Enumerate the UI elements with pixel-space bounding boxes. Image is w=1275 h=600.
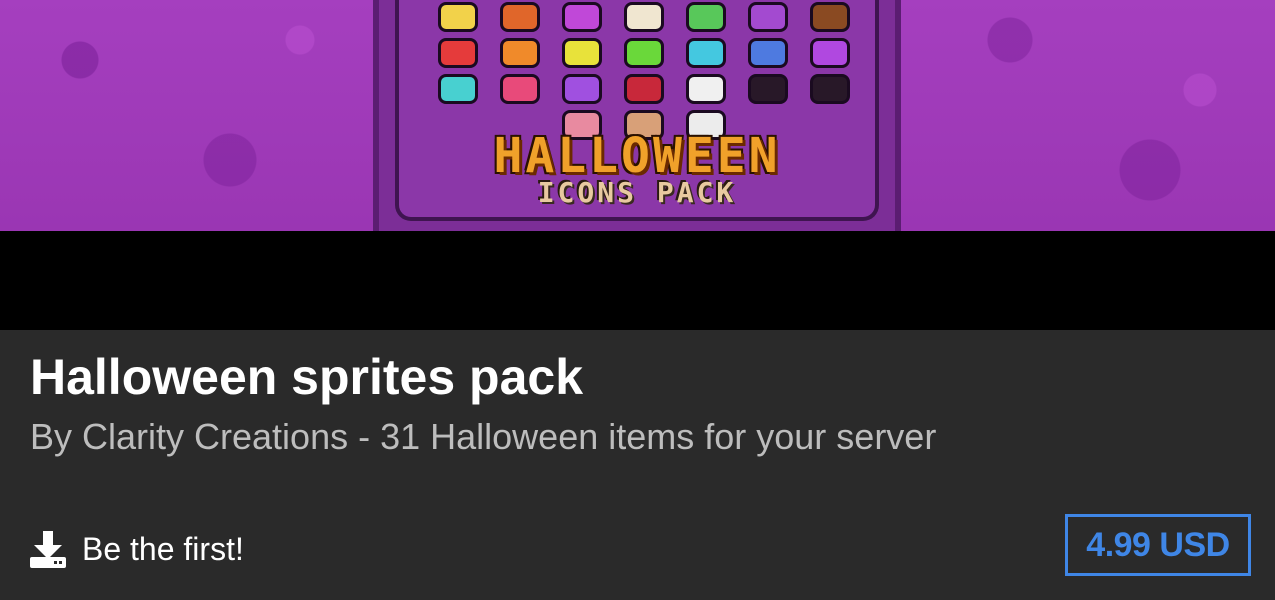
sprite-icon <box>810 2 850 32</box>
product-info: Halloween sprites pack By Clarity Creati… <box>0 330 1275 600</box>
sprite-icon <box>748 2 788 32</box>
downloads-stat: Be the first! <box>30 530 244 568</box>
sprite-icon <box>624 38 664 68</box>
sprite-icon <box>562 2 602 32</box>
sprite-icon <box>686 2 726 32</box>
product-subtitle: By Clarity Creations - 31 Halloween item… <box>30 416 937 457</box>
sprite-icon <box>438 74 478 104</box>
sprite-icon <box>500 74 540 104</box>
sprite-icon <box>438 38 478 68</box>
price-badge[interactable]: 4.99 USD <box>1065 514 1251 576</box>
sprite-icon <box>500 2 540 32</box>
sprite-icon <box>624 2 664 32</box>
product-card[interactable]: HALLOWEEN ICONS PACK Halloween sprites p… <box>0 0 1275 600</box>
sprite-icon <box>810 74 850 104</box>
pack-subtitle-logo: ICONS PACK <box>537 176 737 209</box>
sprite-icon <box>748 74 788 104</box>
sprite-icon <box>438 2 478 32</box>
product-title[interactable]: Halloween sprites pack <box>30 348 583 406</box>
sprite-icon <box>500 38 540 68</box>
banner-letterbox <box>0 231 1275 330</box>
sprite-icon <box>810 38 850 68</box>
sprite-icon <box>562 74 602 104</box>
sprite-icon <box>624 74 664 104</box>
pack-artwork: HALLOWEEN ICONS PACK <box>373 0 901 231</box>
sprite-grid <box>427 2 867 140</box>
sprite-icon <box>686 74 726 104</box>
product-banner-image[interactable]: HALLOWEEN ICONS PACK <box>0 0 1275 231</box>
sprite-icon <box>748 38 788 68</box>
downloads-label: Be the first! <box>82 530 244 567</box>
sprite-icon <box>686 38 726 68</box>
download-icon <box>30 531 66 568</box>
sprite-icon <box>562 38 602 68</box>
